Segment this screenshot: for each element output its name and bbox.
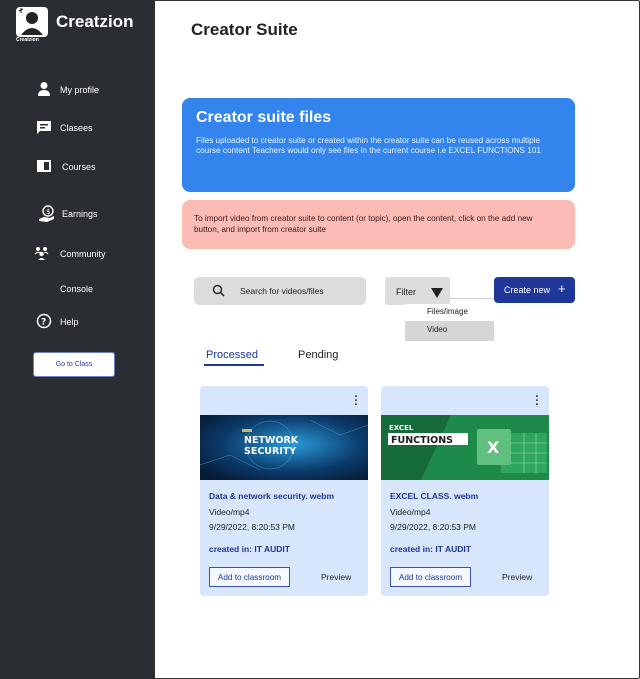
tab-processed[interactable]: Processed [206, 349, 258, 361]
sidebar-item-earnings[interactable]: $ Earnings [0, 203, 155, 225]
logo-caption: Creatzion [16, 37, 39, 43]
thumb-line-2: SECURITY [244, 446, 296, 457]
file-card: · · · NETWORK SECURITY Data & network secu… [200, 386, 368, 596]
file-name: EXCEL CLASS. webm [390, 491, 479, 501]
sidebar-item-classes[interactable]: Clasees [0, 117, 155, 139]
sidebar-item-label: Community [60, 249, 106, 259]
sidebar-item-console[interactable]: Console [0, 278, 155, 300]
add-to-classroom-button[interactable]: Add to classroom [209, 567, 290, 587]
create-new-label: Create new [504, 285, 551, 295]
message-icon [36, 119, 52, 135]
tab-pending[interactable]: Pending [298, 349, 338, 361]
book-icon [36, 158, 52, 174]
page-title: Creator Suite [191, 20, 298, 39]
sidebar-item-label: Help [60, 317, 79, 327]
thumb-line-2: FUNCTIONS [391, 435, 453, 446]
import-notice: To import video from creator suite to co… [182, 200, 575, 249]
active-tab-indicator [204, 364, 264, 366]
caret-down-icon [431, 285, 443, 303]
sidebar-item-label: Clasees [60, 123, 93, 133]
person-icon [36, 81, 52, 97]
excel-logo-icon: X [487, 438, 500, 457]
app-name: Creatzion [56, 12, 134, 31]
created-in: created in: IT AUDIT [390, 544, 471, 554]
filter-dropdown[interactable]: Filter [385, 277, 450, 305]
filter-label: Filter [396, 287, 416, 297]
create-new-button[interactable]: Create new + [494, 277, 575, 303]
add-to-classroom-button[interactable]: Add to classroom [390, 567, 471, 587]
preview-link[interactable]: Preview [502, 572, 532, 582]
search-placeholder: Search for videos/files [240, 286, 324, 296]
dropdown-divider [450, 298, 494, 299]
more-options-icon[interactable]: · · · [535, 392, 539, 411]
file-type: Video/mp4 [390, 507, 431, 517]
sidebar-item-label: Console [60, 284, 94, 294]
thumb-line-1: NETWORK [244, 435, 299, 446]
earnings-icon: $ [38, 205, 54, 222]
file-date: 9/29/2022, 8:20:53 PM [209, 522, 296, 532]
go-to-class-button[interactable]: Go to Class [33, 352, 115, 377]
sidebar-item-courses[interactable]: Courses [0, 156, 155, 178]
sidebar-item-label: Courses [62, 162, 96, 172]
created-in: created in: IT AUDIT [209, 544, 290, 554]
sidebar-item-label: Earnings [62, 209, 98, 219]
search-input[interactable]: Search for videos/files [194, 277, 366, 305]
info-banner-title: Creator suite files [196, 109, 332, 126]
sidebar-item-help[interactable]: ? Help [0, 311, 155, 333]
file-date: 9/29/2022, 8:20:53 PM [390, 522, 477, 532]
info-banner-text: Files uploaded to creator suite or creat… [196, 136, 541, 155]
svg-text:$: $ [46, 208, 50, 216]
logo-icon[interactable] [16, 7, 48, 37]
thumb-line-1: EXCEL [389, 424, 414, 432]
network-security-thumbnail: NETWORK SECURITY [200, 415, 368, 480]
help-icon: ? [36, 313, 52, 329]
file-card: · · · EXCEL FUNCTIONS X EXCEL CLASS. webm … [381, 386, 549, 596]
sidebar-item-my-profile[interactable]: My profile [0, 79, 155, 101]
filter-option-video[interactable]: Video [405, 321, 494, 341]
file-type: Video/mp4 [209, 507, 250, 517]
excel-functions-thumbnail: EXCEL FUNCTIONS X [381, 415, 549, 480]
search-icon [212, 284, 226, 303]
svg-text:?: ? [41, 318, 46, 328]
file-name: Data & network security. webm [209, 491, 335, 501]
info-banner: Creator suite files Files uploaded to cr… [182, 98, 575, 192]
plus-icon: + [558, 281, 566, 296]
more-options-icon[interactable]: · · · [354, 392, 358, 411]
community-icon [34, 245, 50, 261]
sidebar-item-label: My profile [60, 85, 100, 95]
import-notice-text: To import video from creator suite to co… [194, 214, 533, 234]
sidebar-item-community[interactable]: Community [0, 243, 155, 265]
filter-option-files-image[interactable]: Files/image [405, 304, 494, 321]
preview-link[interactable]: Preview [321, 572, 351, 582]
sidebar: Creatzion Creatzion My profile Clasees C… [0, 0, 155, 679]
